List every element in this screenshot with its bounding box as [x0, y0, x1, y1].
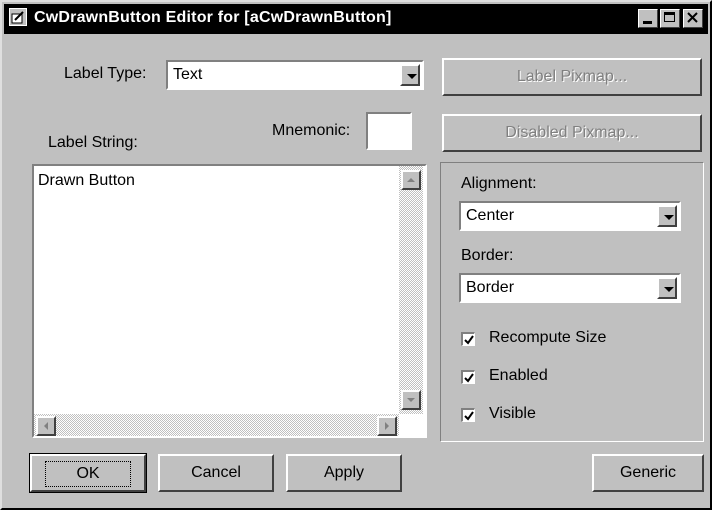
scroll-right-button[interactable] — [377, 416, 397, 436]
horizontal-scrollbar[interactable] — [34, 414, 399, 436]
maximize-icon — [664, 12, 675, 22]
visible-checkbox[interactable]: Visible — [461, 405, 681, 429]
alignment-dropdown-button[interactable] — [657, 205, 677, 227]
alignment-select[interactable]: Center — [459, 201, 681, 231]
options-panel: Alignment: Center Border: Border Recompu… — [440, 162, 704, 442]
enabled-label: Enabled — [489, 367, 548, 384]
chevron-down-icon — [407, 398, 415, 402]
ok-label: OK — [45, 461, 131, 487]
chevron-down-icon — [407, 74, 417, 79]
alignment-label: Alignment: — [461, 175, 537, 192]
checkbox-box[interactable] — [461, 408, 475, 422]
generic-button[interactable]: Generic — [592, 454, 704, 492]
scroll-up-button[interactable] — [401, 170, 421, 190]
chevron-left-icon — [44, 422, 48, 430]
editor-window: CwDrawnButton Editor for [aCwDrawnButton… — [0, 0, 712, 510]
label-pixmap-button[interactable]: Label Pixmap... — [442, 58, 702, 96]
border-dropdown-button[interactable] — [657, 277, 677, 299]
close-button[interactable] — [683, 9, 703, 28]
alignment-value: Center — [466, 207, 515, 224]
chevron-right-icon — [385, 422, 389, 430]
label-string-label: Label String: — [48, 134, 138, 151]
border-value: Border — [466, 279, 515, 296]
generic-label: Generic — [619, 464, 677, 481]
mnemonic-input[interactable] — [366, 112, 412, 150]
apply-button[interactable]: Apply — [286, 454, 402, 492]
window-menu-icon[interactable] — [9, 8, 27, 26]
check-icon — [464, 335, 474, 345]
vertical-scrollbar[interactable] — [399, 166, 423, 414]
visible-label: Visible — [489, 405, 536, 422]
border-select[interactable]: Border — [459, 273, 681, 303]
chevron-down-icon — [664, 287, 674, 292]
mnemonic-label: Mnemonic: — [272, 122, 351, 139]
chevron-up-icon — [407, 178, 415, 182]
recompute-size-checkbox[interactable]: Recompute Size — [461, 329, 681, 353]
minimize-icon — [643, 21, 652, 24]
disabled-pixmap-label: Disabled Pixmap... — [505, 124, 639, 141]
chevron-down-icon — [664, 215, 674, 220]
label-pixmap-label: Label Pixmap... — [516, 68, 628, 85]
window-title: CwDrawnButton Editor for [aCwDrawnButton… — [34, 9, 392, 26]
close-icon — [687, 12, 698, 23]
checkbox-box[interactable] — [461, 370, 475, 384]
cancel-button[interactable]: Cancel — [158, 454, 274, 492]
apply-label: Apply — [323, 464, 365, 481]
ok-button[interactable]: OK — [29, 453, 147, 493]
border-label: Border: — [461, 247, 514, 264]
label-type-dropdown-button[interactable] — [400, 64, 420, 86]
title-bar[interactable]: CwDrawnButton Editor for [aCwDrawnButton… — [4, 4, 708, 34]
label-string-textarea[interactable]: Drawn Button — [32, 164, 427, 438]
maximize-button[interactable] — [660, 9, 680, 28]
disabled-pixmap-button[interactable]: Disabled Pixmap... — [442, 114, 702, 152]
label-string-text: Drawn Button — [38, 172, 135, 189]
scroll-left-button[interactable] — [36, 416, 56, 436]
label-type-label: Label Type: — [64, 65, 147, 82]
minimize-button[interactable] — [638, 9, 658, 28]
check-icon — [464, 373, 474, 383]
check-icon — [464, 411, 474, 421]
label-type-select[interactable]: Text — [166, 60, 424, 90]
scroll-down-button[interactable] — [401, 390, 421, 410]
checkbox-box[interactable] — [461, 332, 475, 346]
cancel-label: Cancel — [191, 464, 241, 481]
enabled-checkbox[interactable]: Enabled — [461, 367, 681, 391]
recompute-size-label: Recompute Size — [489, 329, 607, 346]
label-type-value: Text — [173, 66, 203, 83]
